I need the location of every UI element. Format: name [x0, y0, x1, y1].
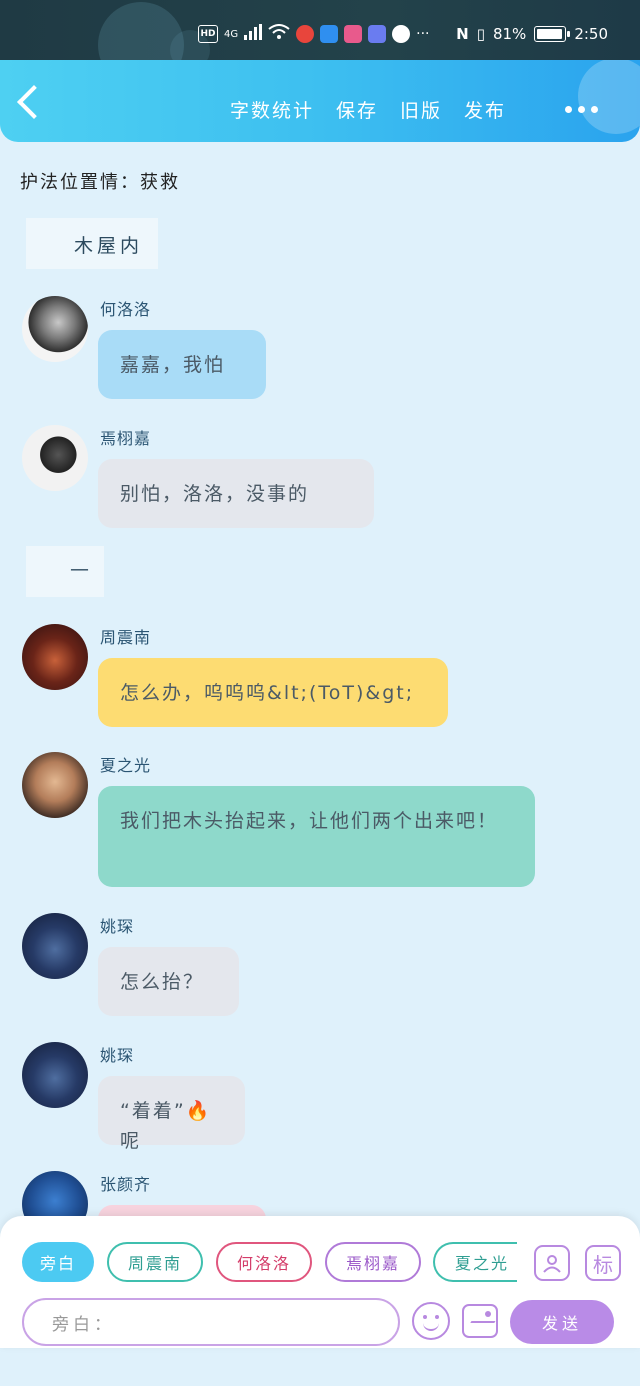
app-header: 字数统计 保存 旧版 发布: [0, 60, 640, 142]
status-bar: HD 4G ··· N ▯ 81% 2:50: [0, 0, 640, 88]
speaker-name: 焉栩嘉: [100, 429, 152, 448]
word-count-button[interactable]: 字数统计: [230, 96, 314, 123]
hd-icon: HD: [198, 25, 218, 43]
speaker-name: 姚琛: [100, 917, 135, 936]
person-card-icon[interactable]: [534, 1245, 570, 1281]
speaker-name: 张颜齐: [100, 1175, 152, 1194]
role-chip-yan[interactable]: 焉栩嘉: [325, 1242, 421, 1282]
avatar[interactable]: [22, 752, 88, 818]
message-bubble[interactable]: “着着”🔥呢: [98, 1076, 245, 1152]
battery-icon: [534, 26, 571, 42]
speaker-name: 姚琛: [100, 1046, 135, 1065]
more-status-icon: ···: [416, 26, 430, 42]
music-icon: [368, 25, 387, 43]
save-button[interactable]: 保存: [336, 96, 378, 123]
smile-icon[interactable]: [412, 1302, 450, 1340]
tag-button[interactable]: 标: [585, 1245, 621, 1281]
clock: 2:50: [574, 25, 608, 43]
search-app-icon: [296, 25, 315, 43]
role-chip-xia[interactable]: 夏之光: [433, 1242, 517, 1282]
status-icons: HD 4G ···: [198, 24, 429, 44]
send-button[interactable]: 发送: [510, 1300, 614, 1344]
vibrate-icon: ▯: [476, 25, 485, 43]
scene-marker[interactable]: —: [26, 546, 104, 597]
avatar[interactable]: [22, 425, 88, 491]
browser-icon: [392, 25, 411, 43]
signal-icon: [244, 24, 263, 44]
message-bubble[interactable]: 怎么办，呜呜呜&lt;(ToT)&gt;: [98, 658, 448, 727]
message-bubble[interactable]: 我们把木头抬起来，让他们两个出来吧！: [98, 786, 535, 887]
publish-button[interactable]: 发布: [464, 96, 506, 123]
battery-fill: [537, 29, 562, 39]
app-icon: [344, 25, 363, 43]
role-chip-he[interactable]: 何洛洛: [216, 1242, 312, 1282]
speaker-name: 周震南: [100, 628, 152, 647]
avatar[interactable]: [22, 296, 88, 362]
search-icon: [320, 25, 339, 43]
composer-panel: 旁白 周震南 何洛洛 焉栩嘉 夏之光 标 旁白： 发送: [0, 1216, 640, 1348]
message-input[interactable]: 旁白：: [22, 1298, 400, 1346]
role-chip-narrator[interactable]: 旁白: [22, 1242, 94, 1282]
status-right: N ▯ 81% 2:50: [456, 25, 608, 43]
speaker-name: 夏之光: [100, 756, 152, 775]
wifi-icon: [268, 24, 290, 44]
message-bubble[interactable]: 怎么抬？: [98, 947, 239, 1016]
scene-marker[interactable]: 木屋内: [26, 218, 158, 269]
header-actions: 字数统计 保存 旧版 发布: [230, 96, 506, 123]
scene-label: 木屋内: [74, 235, 144, 257]
decor-bubble: [578, 60, 640, 134]
speaker-name: 何洛洛: [100, 300, 152, 319]
story-subtitle: 护法位置情：获救: [20, 172, 180, 193]
more-dots-icon[interactable]: [565, 106, 598, 113]
avatar[interactable]: [22, 913, 88, 979]
old-version-button[interactable]: 旧版: [400, 96, 442, 123]
avatar[interactable]: [22, 624, 88, 690]
message-bubble[interactable]: 别怕，洛洛，没事的: [98, 459, 374, 528]
scene-label: —: [70, 558, 93, 580]
battery-percent: 81%: [492, 25, 527, 43]
avatar[interactable]: [22, 1042, 88, 1108]
image-icon[interactable]: [462, 1304, 498, 1338]
nfc-icon: N: [456, 25, 469, 43]
role-chip-zhou[interactable]: 周震南: [107, 1242, 203, 1282]
back-arrow-icon[interactable]: [17, 85, 51, 119]
network-label: 4G: [224, 28, 239, 40]
message-bubble[interactable]: 嘉嘉，我怕: [98, 330, 266, 399]
